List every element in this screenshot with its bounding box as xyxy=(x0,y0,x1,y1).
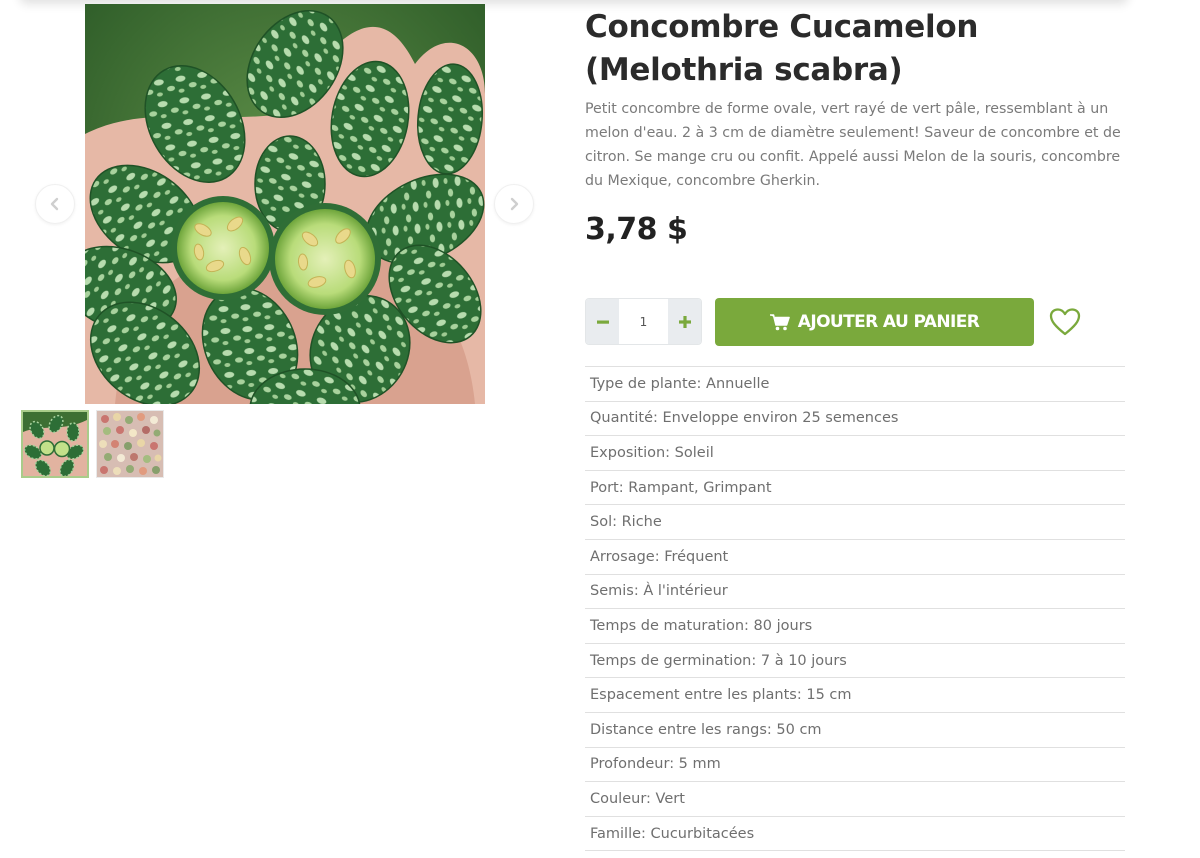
chevron-left-icon xyxy=(50,197,59,211)
product-title: Concombre Cucamelon (Melothria scabra) xyxy=(585,9,979,88)
cucamelon-photo xyxy=(85,4,485,404)
product-specs-list: Type de plante: Annuelle Quantité: Envel… xyxy=(585,366,1125,852)
spec-exposure: Exposition: Soleil xyxy=(585,436,1125,471)
wishlist-button[interactable] xyxy=(1048,305,1082,339)
thumbnail-seed-mix-image xyxy=(97,411,163,477)
spec-quantity: Quantité: Enveloppe environ 25 semences xyxy=(585,402,1125,437)
chevron-right-icon xyxy=(510,197,519,211)
quantity-stepper xyxy=(585,298,702,345)
spec-row-distance: Distance entre les rangs: 50 cm xyxy=(585,713,1125,748)
spec-watering: Arrosage: Fréquent xyxy=(585,540,1125,575)
thumbnail-cucamelon[interactable] xyxy=(21,410,89,478)
heart-icon xyxy=(1049,308,1081,336)
quantity-decrement-button[interactable] xyxy=(586,299,619,344)
spec-color: Couleur: Vert xyxy=(585,782,1125,817)
minus-icon xyxy=(596,320,609,324)
spec-plant-spacing: Espacement entre les plants: 15 cm xyxy=(585,678,1125,713)
spec-soil: Sol: Riche xyxy=(585,505,1125,540)
spec-plant-type: Type de plante: Annuelle xyxy=(585,367,1125,402)
gallery-prev-button[interactable] xyxy=(35,184,75,224)
quantity-input[interactable] xyxy=(619,299,668,344)
shopping-cart-icon xyxy=(769,313,790,330)
main-product-image[interactable] xyxy=(85,4,485,404)
spec-sowing: Semis: À l'intérieur xyxy=(585,575,1125,610)
spec-germination-time: Temps de germination: 7 à 10 jours xyxy=(585,644,1125,679)
product-price: 3,78 $ xyxy=(585,212,688,247)
thumbnail-cucamelon-image xyxy=(23,412,87,476)
spec-family: Famille: Cucurbitacées xyxy=(585,817,1125,852)
gallery-next-button[interactable] xyxy=(494,184,534,224)
quantity-increment-button[interactable] xyxy=(668,299,701,344)
spec-depth: Profondeur: 5 mm xyxy=(585,748,1125,783)
product-gallery xyxy=(0,0,560,490)
thumbnail-seed-mix[interactable] xyxy=(96,410,164,478)
add-to-cart-label: AJOUTER AU PANIER xyxy=(797,312,980,332)
plus-icon xyxy=(678,315,691,328)
spec-maturation-time: Temps de maturation: 80 jours xyxy=(585,609,1125,644)
add-to-cart-button[interactable]: AJOUTER AU PANIER xyxy=(715,298,1034,346)
spec-habit: Port: Rampant, Grimpant xyxy=(585,471,1125,506)
product-description: Petit concombre de forme ovale, vert ray… xyxy=(585,101,1121,189)
